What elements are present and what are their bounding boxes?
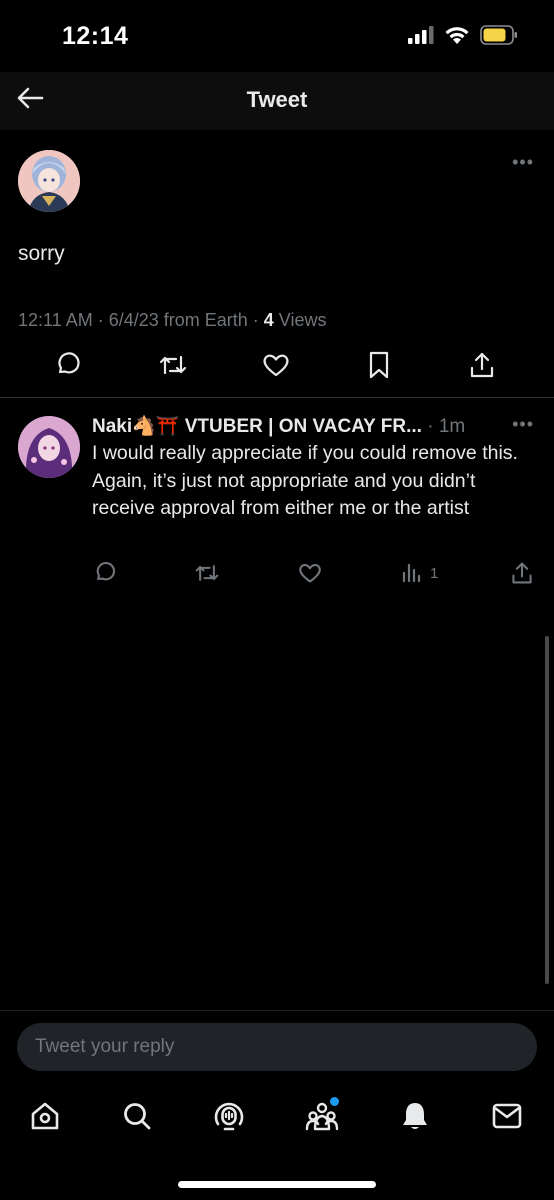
- status-time: 12:14: [62, 22, 129, 50]
- notification-dot: [330, 1097, 339, 1106]
- share-icon: [468, 350, 496, 385]
- nav-spaces-button[interactable]: [211, 1100, 247, 1136]
- home-icon: [29, 1100, 61, 1137]
- cellular-signal-icon: [408, 26, 434, 49]
- bookmark-icon: [366, 350, 392, 385]
- views-count: 4: [263, 310, 274, 330]
- bookmark-button[interactable]: [364, 350, 394, 385]
- reply-icon: [54, 351, 82, 384]
- notifications-icon: [400, 1100, 430, 1137]
- more-options-button[interactable]: •••: [512, 152, 534, 173]
- main-tweet: ••• sorry 12:11 AM · 6/4/23 from Earth ·…: [0, 130, 554, 398]
- page-title: Tweet: [246, 87, 308, 112]
- like-button[interactable]: [261, 352, 291, 382]
- nav-home-button[interactable]: [27, 1100, 63, 1136]
- tweet-meta: 12:11 AM · 6/4/23 from Earth · 4 Views: [18, 310, 327, 331]
- avatar-illustration: [18, 416, 80, 478]
- spaces-icon: [213, 1100, 245, 1137]
- tweet-timestamp: 12:11 AM · 6/4/23 from Earth ·: [18, 310, 264, 330]
- reply-reply-button[interactable]: [90, 560, 120, 590]
- reply-like-button[interactable]: [295, 560, 325, 590]
- views-icon: [400, 561, 424, 590]
- reply-display-name[interactable]: Naki🐴⛩️ VTUBER | ON VACAY FR...: [92, 416, 422, 437]
- reply-more-options-button[interactable]: •••: [512, 414, 534, 435]
- search-icon: [121, 1100, 153, 1137]
- like-icon: [297, 561, 323, 590]
- retweet-button[interactable]: [158, 352, 188, 382]
- more-dots-icon: •••: [512, 414, 534, 434]
- tweet-actions: [0, 350, 554, 388]
- reply-actions: 1: [0, 560, 554, 590]
- reply-tweet[interactable]: Naki🐴⛩️ VTUBER | ON VACAY FR... · 1m •••…: [0, 398, 554, 598]
- status-bar: 12:14: [0, 0, 554, 72]
- status-icons: [408, 25, 518, 50]
- reply-header: Naki🐴⛩️ VTUBER | ON VACAY FR... · 1m: [92, 414, 502, 438]
- nav-communities-button[interactable]: [304, 1097, 340, 1136]
- nav-search-button[interactable]: [119, 1100, 155, 1136]
- reply-timestamp: · 1m: [421, 416, 466, 437]
- avatar[interactable]: [18, 150, 80, 212]
- reply-avatar[interactable]: [18, 416, 80, 478]
- reply-button[interactable]: [53, 351, 83, 384]
- like-icon: [261, 351, 291, 384]
- avatar-illustration: [18, 150, 80, 212]
- retweet-icon: [158, 351, 188, 384]
- redacted-author-name: [92, 154, 312, 198]
- views-label: Views: [273, 310, 327, 330]
- share-button[interactable]: [467, 352, 497, 382]
- nav-messages-button[interactable]: [489, 1100, 525, 1136]
- messages-icon: [491, 1102, 523, 1135]
- bottom-nav: [0, 1085, 554, 1155]
- top-header: Tweet: [0, 72, 554, 130]
- reply-share-button[interactable]: [507, 560, 537, 590]
- nav-notifications-button[interactable]: [397, 1100, 433, 1136]
- scrollbar[interactable]: [545, 636, 549, 984]
- wifi-icon: [444, 25, 470, 50]
- share-icon: [510, 560, 534, 591]
- reply-icon: [93, 561, 117, 590]
- battery-icon: [480, 25, 518, 50]
- reply-views-button[interactable]: [397, 560, 427, 590]
- reply-input[interactable]: [17, 1023, 537, 1071]
- more-dots-icon: •••: [512, 152, 534, 172]
- reply-composer: [0, 1010, 554, 1080]
- reply-text: I would really appreciate if you could r…: [92, 442, 518, 519]
- reply-views-count: 1: [430, 565, 439, 582]
- home-indicator[interactable]: [178, 1181, 376, 1188]
- tweet-text: sorry: [18, 242, 65, 265]
- retweet-icon: [194, 561, 220, 590]
- reply-retweet-button[interactable]: [192, 560, 222, 590]
